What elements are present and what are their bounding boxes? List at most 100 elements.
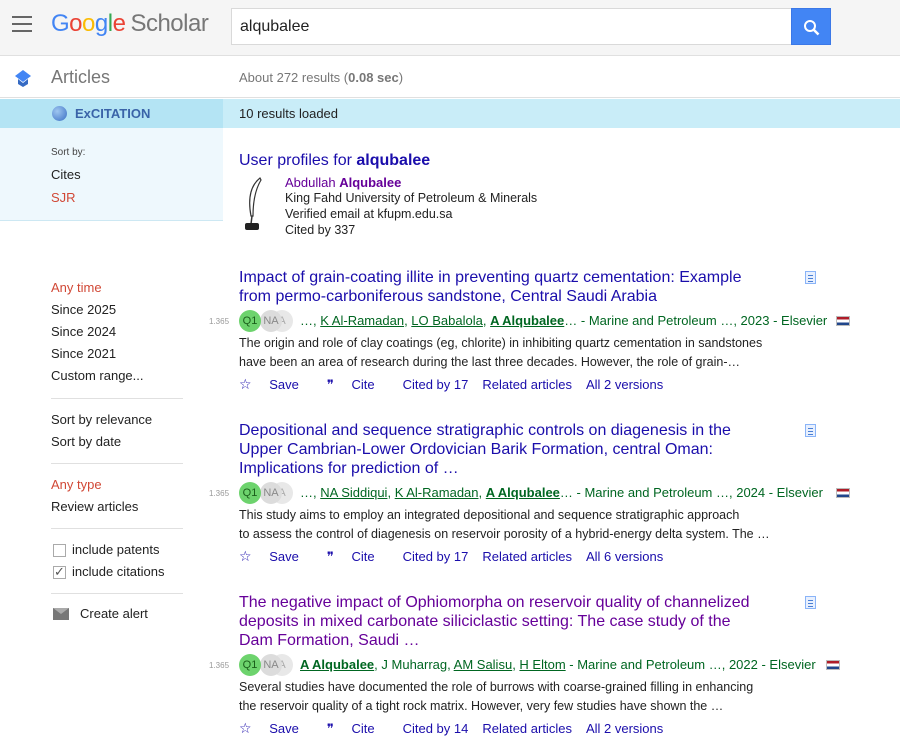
sort-by-relevance[interactable]: Sort by relevance	[51, 412, 152, 427]
result-authors: …, K Al-Ramadan, LO Babalola, A Alqubale…	[300, 313, 828, 328]
result-title[interactable]: Depositional and sequence stratigraphic …	[239, 421, 799, 478]
divider	[51, 593, 183, 594]
cite-button[interactable]: ❞ Cite	[327, 377, 389, 392]
author-link[interactable]: A Alqubalee	[300, 657, 374, 672]
cited-by-link[interactable]: Cited by 14	[403, 721, 469, 736]
search-icon	[804, 20, 820, 36]
profile-name-link[interactable]: Abdullah Alqubalee	[285, 175, 401, 190]
filter-any-type[interactable]: Any type	[51, 477, 102, 492]
divider	[51, 528, 183, 529]
filter-since-2024[interactable]: Since 2024	[51, 324, 116, 339]
sort-by-label: Sort by:	[51, 147, 86, 158]
cited-by-link[interactable]: Cited by 17	[403, 377, 469, 392]
filter-since-2021[interactable]: Since 2021	[51, 346, 116, 361]
author-link[interactable]: NA Siddiqui	[320, 485, 387, 500]
save-button[interactable]: ☆ Save	[239, 548, 313, 564]
author-link[interactable]: A Alqubalee	[490, 313, 564, 328]
all-versions-link[interactable]: All 6 versions	[586, 549, 663, 564]
sort-by-date[interactable]: Sort by date	[51, 434, 121, 449]
country-flag-icon	[836, 488, 850, 498]
all-versions-link[interactable]: All 2 versions	[586, 377, 663, 392]
excitation-panel: ExCITATION	[0, 99, 223, 128]
sjr-value: 1.365	[209, 489, 230, 498]
save-button[interactable]: ☆ Save	[239, 376, 313, 392]
search-input[interactable]	[231, 8, 792, 45]
star-icon: ☆	[239, 720, 252, 736]
sjr-value: 1.365	[209, 317, 230, 326]
country-flag-icon	[826, 660, 840, 670]
google-scholar-logo[interactable]: Google Scholar	[51, 10, 209, 38]
document-icon[interactable]	[805, 424, 816, 437]
all-versions-link[interactable]: All 2 versions	[586, 721, 663, 736]
result-title[interactable]: The negative impact of Ophiomorpha on re…	[239, 593, 799, 650]
profile-email: Verified email at kfupm.edu.sa	[285, 207, 453, 221]
country-flag-icon	[836, 316, 850, 326]
divider	[51, 463, 183, 464]
quote-icon: ❞	[326, 377, 334, 392]
cite-button[interactable]: ❞ Cite	[327, 721, 389, 736]
filter-any-time[interactable]: Any time	[51, 280, 102, 295]
search-button[interactable]	[791, 8, 831, 45]
sort-panel: Sort by: Cites SJR	[0, 128, 223, 221]
related-articles-link[interactable]: Related articles	[482, 377, 572, 392]
include-patents-label[interactable]: include patents	[72, 542, 159, 557]
quote-icon: ❞	[326, 549, 334, 564]
author-link[interactable]: LO Babalola	[411, 313, 483, 328]
na-badge: NA	[260, 310, 282, 332]
filter-since-2025[interactable]: Since 2025	[51, 302, 116, 317]
quartile-badge: Q1	[239, 310, 261, 332]
star-icon: ☆	[239, 548, 252, 564]
articles-icon	[15, 70, 31, 87]
cited-by-link[interactable]: Cited by 17	[403, 549, 469, 564]
include-citations-checkbox[interactable]	[53, 564, 66, 580]
top-header: Google Scholar	[0, 0, 900, 56]
author-link[interactable]: H Eltom	[519, 657, 565, 672]
result-title[interactable]: Impact of grain-coating illite in preven…	[239, 268, 799, 306]
document-icon[interactable]	[805, 271, 816, 284]
result-actions: ☆ Save ❞ Cite Cited by 17 Related articles A…	[239, 548, 677, 565]
profile-affiliation: King Fahd University of Petroleum & Mine…	[285, 191, 538, 205]
save-button[interactable]: ☆ Save	[239, 720, 313, 736]
results-count: About 272 results (0.08 sec)	[239, 70, 404, 85]
sort-cites-option[interactable]: Cites	[51, 167, 81, 182]
na-badge: NA	[260, 654, 282, 676]
excitation-status: 10 results loaded	[239, 106, 339, 121]
result-actions: ☆ Save ❞ Cite Cited by 17 Related articles A…	[239, 376, 677, 393]
result-actions: ☆ Save ❞ Cite Cited by 14 Related articles A…	[239, 720, 677, 737]
include-citations-label[interactable]: include citations	[72, 564, 165, 579]
star-icon: ☆	[239, 376, 252, 392]
create-alert-button[interactable]: Create alert	[80, 606, 148, 621]
quill-avatar-icon	[245, 177, 262, 230]
author-link[interactable]: K Al-Ramadan	[395, 485, 479, 500]
result-snippet: The origin and role of clay coatings (eg…	[239, 336, 763, 369]
quote-icon: ❞	[326, 721, 334, 736]
filter-custom-range[interactable]: Custom range...	[51, 368, 144, 383]
result-snippet: Several studies have documented the role…	[239, 680, 754, 713]
sort-sjr-option[interactable]: SJR	[51, 190, 76, 205]
envelope-icon	[53, 608, 69, 620]
cite-button[interactable]: ❞ Cite	[327, 549, 389, 564]
user-profiles-title[interactable]: User profiles for alqubalee	[239, 152, 430, 170]
result-snippet: This study aims to employ an integrated …	[239, 508, 770, 541]
section-title: Articles	[51, 67, 111, 87]
sjr-value: 1.365	[209, 661, 230, 670]
menu-icon[interactable]	[12, 16, 32, 32]
result-authors: A Alqubalee, J Muharrag, AM Salisu, H El…	[300, 657, 816, 672]
include-patents-checkbox[interactable]	[53, 544, 66, 557]
result-authors: …, NA Siddiqui, K Al-Ramadan, A Alqubale…	[300, 485, 823, 500]
filter-review-articles[interactable]: Review articles	[51, 499, 138, 514]
document-icon[interactable]	[805, 596, 816, 609]
excitation-bar: ExCITATION 10 results loaded	[0, 99, 900, 128]
na-badge: NA	[260, 482, 282, 504]
excitation-label[interactable]: ExCITATION	[75, 106, 150, 121]
author-link[interactable]: A Alqubalee	[486, 485, 560, 500]
divider	[51, 398, 183, 399]
quartile-badge: Q1	[239, 482, 261, 504]
author-link[interactable]: K Al-Ramadan	[320, 313, 404, 328]
author-link[interactable]: AM Salisu	[454, 657, 513, 672]
quartile-badge: Q1	[239, 654, 261, 676]
related-articles-link[interactable]: Related articles	[482, 549, 572, 564]
related-articles-link[interactable]: Related articles	[482, 721, 572, 736]
sub-header: Articles About 272 results (0.08 sec)	[0, 57, 900, 98]
globe-icon	[52, 106, 67, 121]
